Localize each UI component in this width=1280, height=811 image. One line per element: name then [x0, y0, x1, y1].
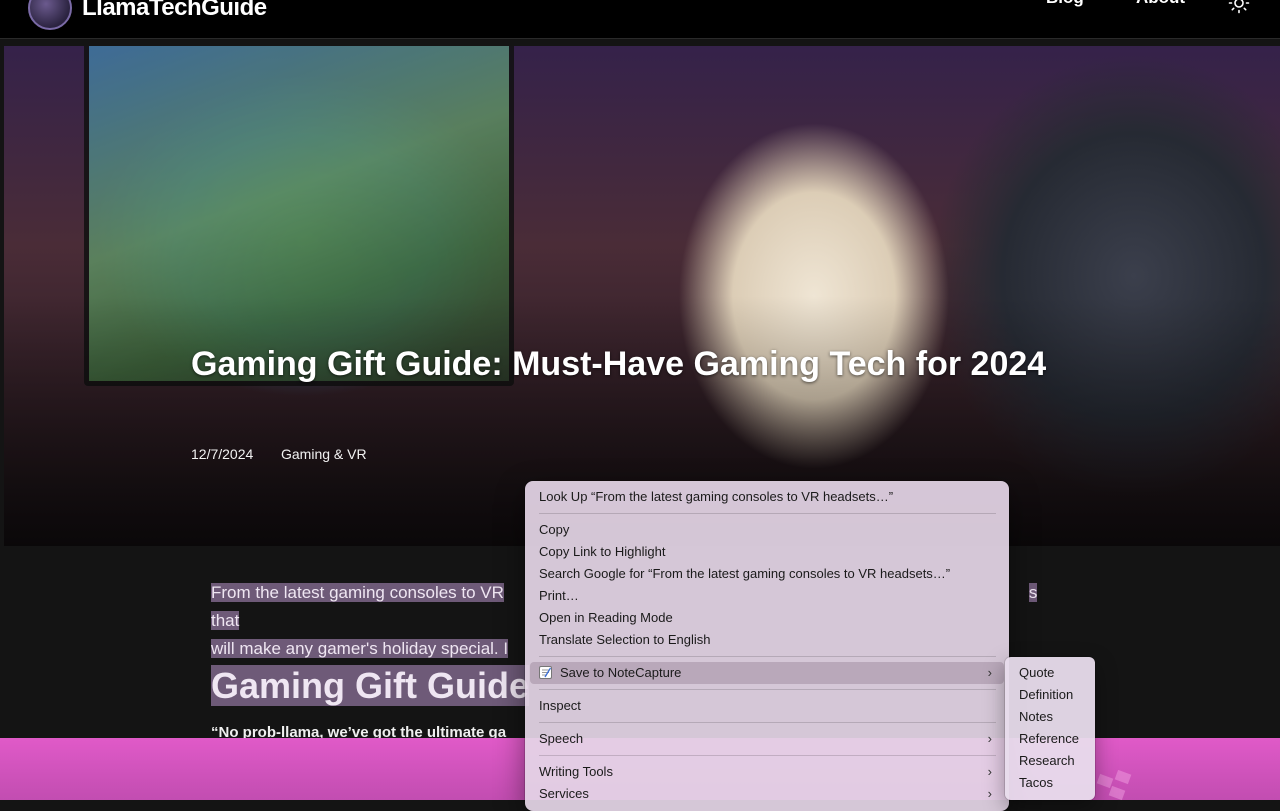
menu-item-reading-mode[interactable]: Open in Reading Mode: [530, 607, 1004, 629]
notecapture-submenu: Quote Definition Notes Reference Researc…: [1005, 657, 1095, 800]
menu-item-look-up[interactable]: Look Up “From the latest gaming consoles…: [530, 486, 1004, 508]
menu-item-label: Writing Tools: [539, 764, 613, 779]
pixel-decoration: [1096, 770, 1132, 800]
menu-item-label: Services: [539, 786, 589, 801]
post-category[interactable]: Gaming & VR: [281, 446, 367, 462]
menu-separator: [539, 513, 996, 514]
menu-separator: [539, 755, 996, 756]
nav-link-blog[interactable]: Blog: [1046, 0, 1084, 8]
hero-image: [4, 46, 1280, 546]
submenu-item-reference[interactable]: Reference: [1010, 728, 1090, 750]
submenu-item-quote[interactable]: Quote: [1010, 662, 1090, 684]
menu-item-writing-tools[interactable]: Writing Tools ›: [530, 761, 1004, 783]
heading-text: Gaming Gift Guide: [211, 665, 530, 706]
post-title: Gaming Gift Guide: Must-Have Gaming Tech…: [191, 345, 1047, 383]
menu-item-label: Speech: [539, 731, 584, 746]
submenu-item-notes[interactable]: Notes: [1010, 706, 1090, 728]
sun-icon[interactable]: [1228, 0, 1250, 14]
site-title[interactable]: LlamaTechGuide: [82, 0, 267, 22]
menu-item-save-to-notecapture[interactable]: Save to NoteCapture ›: [530, 662, 1004, 684]
selected-text-line1: From the latest gaming consoles to VR: [211, 583, 504, 602]
menu-item-print[interactable]: Print…: [530, 585, 1004, 607]
article-heading: Gaming Gift Guide: [211, 665, 530, 706]
menu-item-inspect[interactable]: Inspect: [530, 695, 1004, 717]
context-menu: Look Up “From the latest gaming consoles…: [525, 481, 1009, 811]
menu-item-search-google[interactable]: Search Google for “From the latest gamin…: [530, 563, 1004, 585]
chevron-right-icon: ›: [987, 764, 992, 779]
menu-item-label: Save to NoteCapture: [560, 665, 682, 680]
menu-separator: [539, 689, 996, 690]
menu-item-copy-link-highlight[interactable]: Copy Link to Highlight: [530, 541, 1004, 563]
menu-item-speech[interactable]: Speech ›: [530, 728, 1004, 750]
hero-shade: [4, 46, 1280, 546]
menu-item-translate[interactable]: Translate Selection to English: [530, 629, 1004, 651]
site-logo[interactable]: LlamaTechGuide: [28, 0, 267, 30]
nav-link-about[interactable]: About: [1136, 0, 1185, 8]
chevron-right-icon: ›: [987, 665, 992, 680]
menu-separator: [539, 722, 996, 723]
note-icon: [539, 666, 552, 679]
chevron-right-icon: ›: [987, 786, 992, 801]
menu-item-copy[interactable]: Copy: [530, 519, 1004, 541]
submenu-item-research[interactable]: Research: [1010, 750, 1090, 772]
site-header: LlamaTechGuide Blog About: [0, 0, 1280, 39]
chevron-right-icon: ›: [987, 731, 992, 746]
menu-separator: [539, 656, 996, 657]
submenu-item-definition[interactable]: Definition: [1010, 684, 1090, 706]
selected-text-line2: will make any gamer's holiday special. I: [211, 639, 509, 658]
logo-avatar: [28, 0, 72, 30]
menu-item-services[interactable]: Services ›: [530, 783, 1004, 805]
post-date: 12/7/2024: [191, 446, 254, 462]
submenu-item-tacos[interactable]: Tacos: [1010, 772, 1090, 794]
